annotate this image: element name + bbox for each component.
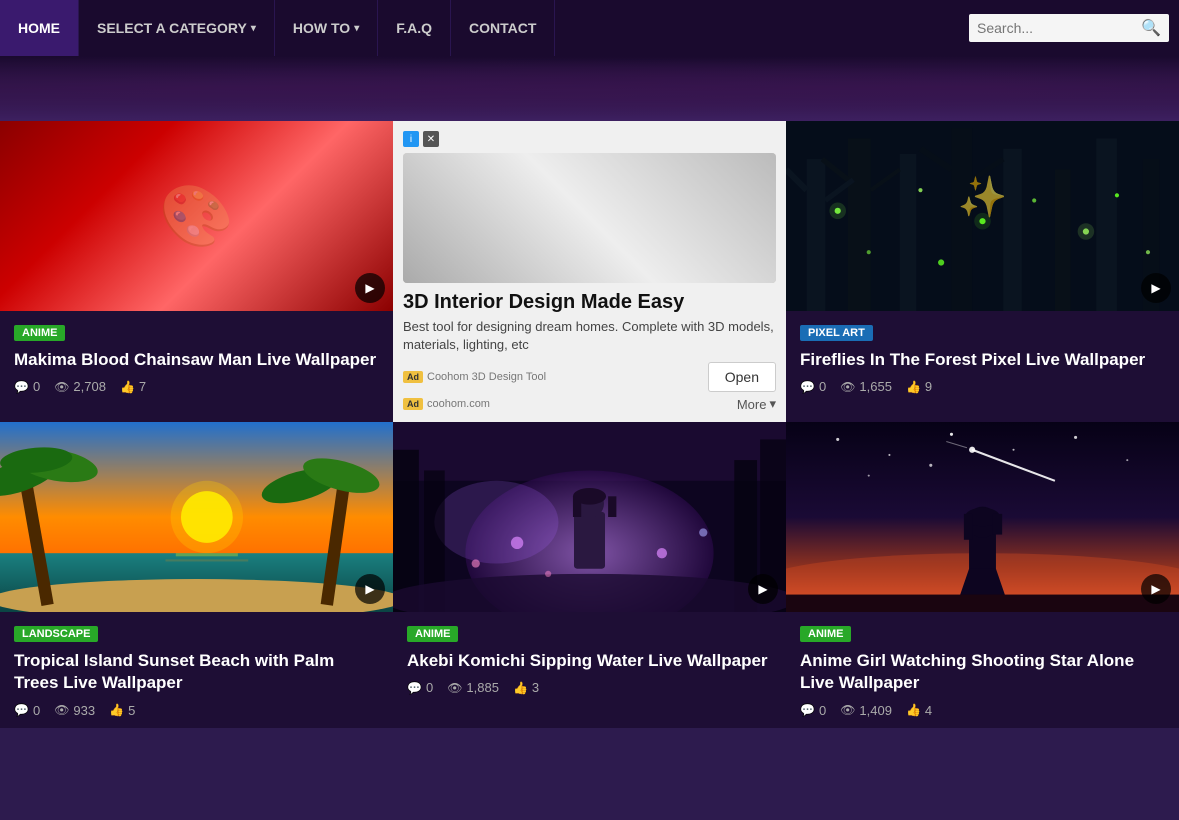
ad-footer-row: Ad coohom.com More ▾ xyxy=(403,396,776,412)
card-tropical: ▶ LANDSCAPE Tropical Island Sunset Beach… xyxy=(0,422,393,727)
chevron-down-icon: ▾ xyxy=(354,23,359,34)
play-button-makima[interactable]: ▶ xyxy=(355,273,385,303)
view-count-akebi: 👁 1,885 xyxy=(447,680,499,695)
view-count-tropical: 👁 933 xyxy=(54,703,95,718)
play-icon: ▶ xyxy=(365,582,374,596)
thumbup-icon: 👍 xyxy=(513,681,528,695)
ad-image xyxy=(403,153,776,283)
like-count-tropical: 👍 5 xyxy=(109,703,135,718)
view-count-fireflies: 👁 1,655 xyxy=(840,379,892,394)
view-count-anime-girl: 👁 1,409 xyxy=(840,703,892,718)
thumbup-icon: 👍 xyxy=(906,703,921,717)
play-icon: ▶ xyxy=(1151,281,1160,295)
card-thumb-anime-girl[interactable]: ▶ xyxy=(786,422,1179,612)
thumbup-icon: 👍 xyxy=(109,703,124,717)
category-badge-anime-girl[interactable]: ANIME xyxy=(800,626,851,642)
card-body-makima: ANIME Makima Blood Chainsaw Man Live Wal… xyxy=(0,311,393,404)
comment-count-anime-girl: 💬 0 xyxy=(800,703,826,718)
search-bar: 🔍 xyxy=(969,14,1169,42)
card-title-anime-girl[interactable]: Anime Girl Watching Shooting Star Alone … xyxy=(800,650,1165,694)
card-meta-akebi: 💬 0 👁 1,885 👍 3 xyxy=(407,680,772,695)
search-icon[interactable]: 🔍 xyxy=(1141,18,1161,38)
card-meta-tropical: 💬 0 👁 933 👍 5 xyxy=(14,703,379,718)
ad-domain-badge: Ad xyxy=(403,398,423,410)
card-akebi: ▶ ANIME Akebi Komichi Sipping Water Live… xyxy=(393,422,786,727)
eye-icon: 👁 xyxy=(447,681,462,695)
comment-icon: 💬 xyxy=(800,703,815,717)
comment-count-fireflies: 💬 0 xyxy=(800,379,826,394)
eye-icon: 👁 xyxy=(840,703,855,717)
navbar: HOME SELECT A CATEGORY ▾ HOW TO ▾ F.A.Q … xyxy=(0,0,1179,56)
comment-count-makima: 💬 0 xyxy=(14,379,40,394)
ad-card: i ✕ xyxy=(393,121,786,422)
thumbup-icon: 👍 xyxy=(906,380,921,394)
thumbup-icon: 👍 xyxy=(120,380,135,394)
play-icon: ▶ xyxy=(1151,582,1160,596)
card-title-makima[interactable]: Makima Blood Chainsaw Man Live Wallpaper xyxy=(14,349,379,371)
ad-close-button[interactable]: ✕ xyxy=(423,131,439,147)
comment-icon: 💬 xyxy=(800,380,815,394)
play-button-fireflies[interactable]: ▶ xyxy=(1141,273,1171,303)
play-icon: ▶ xyxy=(365,281,374,295)
nav-links: HOME SELECT A CATEGORY ▾ HOW TO ▾ F.A.Q … xyxy=(0,0,555,56)
ad-brand: Coohom 3D Design Tool xyxy=(427,371,546,383)
like-count-anime-girl: 👍 4 xyxy=(906,703,932,718)
ad-open-button[interactable]: Open xyxy=(708,362,776,392)
ad-info-button[interactable]: i xyxy=(403,131,419,147)
ad-label-badge: Ad xyxy=(403,371,423,383)
eye-icon: 👁 xyxy=(54,380,69,394)
play-icon: ▶ xyxy=(758,582,767,596)
content-grid: ▶ ANIME Makima Blood Chainsaw Man Live W… xyxy=(0,121,1179,728)
nav-item-category[interactable]: SELECT A CATEGORY ▾ xyxy=(79,0,275,56)
card-body-akebi: ANIME Akebi Komichi Sipping Water Live W… xyxy=(393,612,786,705)
comment-icon: 💬 xyxy=(14,703,29,717)
eye-icon: 👁 xyxy=(54,703,69,717)
comment-icon: 💬 xyxy=(14,380,29,394)
comment-icon: 💬 xyxy=(407,681,422,695)
card-fireflies: ▶ PIXEL ART Fireflies In The Forest Pixe… xyxy=(786,121,1179,422)
nav-item-home[interactable]: HOME xyxy=(0,0,79,56)
card-meta-makima: 💬 0 👁 2,708 👍 7 xyxy=(14,379,379,394)
eye-icon: 👁 xyxy=(840,380,855,394)
card-thumb-fireflies[interactable]: ▶ xyxy=(786,121,1179,311)
card-body-tropical: LANDSCAPE Tropical Island Sunset Beach w… xyxy=(0,612,393,727)
ad-domain: coohom.com xyxy=(427,398,490,410)
category-badge-akebi[interactable]: ANIME xyxy=(407,626,458,642)
card-meta-anime-girl: 💬 0 👁 1,409 👍 4 xyxy=(800,703,1165,718)
comment-count-akebi: 💬 0 xyxy=(407,680,433,695)
card-meta-fireflies: 💬 0 👁 1,655 👍 9 xyxy=(800,379,1165,394)
chevron-down-icon: ▾ xyxy=(769,396,776,412)
category-badge-tropical[interactable]: LANDSCAPE xyxy=(14,626,98,642)
ad-description: Best tool for designing dream homes. Com… xyxy=(403,318,776,354)
ad-header: i ✕ xyxy=(403,131,776,147)
search-input[interactable] xyxy=(977,20,1141,36)
hero-background xyxy=(0,56,1179,121)
ad-more-button[interactable]: More ▾ xyxy=(737,396,776,412)
ad-brand-row: Ad Coohom 3D Design Tool xyxy=(403,371,546,383)
comment-count-tropical: 💬 0 xyxy=(14,703,40,718)
card-thumb-tropical[interactable]: ▶ xyxy=(0,422,393,612)
category-badge-makima[interactable]: ANIME xyxy=(14,325,65,341)
card-thumb-akebi[interactable]: ▶ xyxy=(393,422,786,612)
card-makima: ▶ ANIME Makima Blood Chainsaw Man Live W… xyxy=(0,121,393,422)
view-count-makima: 👁 2,708 xyxy=(54,379,106,394)
category-badge-fireflies[interactable]: PIXEL ART xyxy=(800,325,873,341)
card-title-fireflies[interactable]: Fireflies In The Forest Pixel Live Wallp… xyxy=(800,349,1165,371)
card-title-akebi[interactable]: Akebi Komichi Sipping Water Live Wallpap… xyxy=(407,650,772,672)
ad-domain-row: Ad coohom.com xyxy=(403,398,490,410)
card-anime-girl: ▶ ANIME Anime Girl Watching Shooting Sta… xyxy=(786,422,1179,727)
like-count-makima: 👍 7 xyxy=(120,379,146,394)
nav-item-howto[interactable]: HOW TO ▾ xyxy=(275,0,378,56)
card-body-fireflies: PIXEL ART Fireflies In The Forest Pixel … xyxy=(786,311,1179,404)
nav-item-contact[interactable]: CONTACT xyxy=(451,0,555,56)
like-count-akebi: 👍 3 xyxy=(513,680,539,695)
like-count-fireflies: 👍 9 xyxy=(906,379,932,394)
card-title-tropical[interactable]: Tropical Island Sunset Beach with Palm T… xyxy=(14,650,379,694)
chevron-down-icon: ▾ xyxy=(251,23,256,34)
card-body-anime-girl: ANIME Anime Girl Watching Shooting Star … xyxy=(786,612,1179,727)
nav-item-faq[interactable]: F.A.Q xyxy=(378,0,451,56)
ad-footer: Ad Coohom 3D Design Tool Open xyxy=(403,362,776,392)
ad-title: 3D Interior Design Made Easy xyxy=(403,291,776,314)
card-thumb-makima[interactable]: ▶ xyxy=(0,121,393,311)
